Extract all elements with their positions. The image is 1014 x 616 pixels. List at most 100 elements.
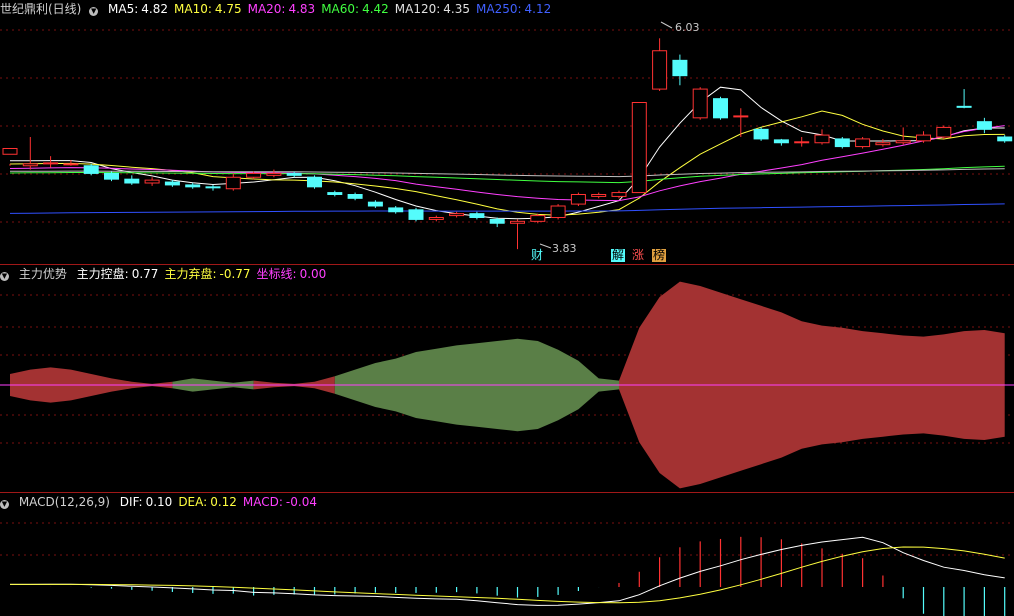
- ma-item-label: MA5:: [108, 2, 139, 16]
- candle-body: [408, 209, 424, 220]
- candle-body: [570, 194, 586, 205]
- candle-body: [185, 184, 201, 188]
- marker-zhang[interactable]: 涨: [631, 249, 645, 262]
- candle-body: [794, 141, 810, 144]
- low-price-label: 3.83: [552, 242, 577, 255]
- ma10-line: [9, 110, 1005, 216]
- candle-body: [428, 217, 444, 220]
- marker-bang[interactable]: 榜: [652, 249, 667, 262]
- collapse-toggle-icon[interactable]: ▼: [89, 7, 99, 16]
- ma-item-label: MA250:: [476, 2, 522, 16]
- candle-body: [246, 172, 262, 178]
- candle-body: [286, 172, 302, 176]
- ma-item-value: 4.35: [443, 2, 471, 16]
- candle-body: [956, 105, 972, 108]
- candle-body: [692, 88, 708, 119]
- candle-body: [753, 128, 769, 140]
- indicator-item-1: 主力弃盘: -0.77: [164, 267, 250, 281]
- ma-item-1: MA10: 4.75: [174, 2, 242, 16]
- macd-item-label: MACD:: [242, 495, 283, 509]
- ma-item-value: 4.83: [288, 2, 316, 16]
- candle-body: [895, 140, 911, 144]
- candlestick-chart[interactable]: [0, 0, 1014, 263]
- macd-item-value: 0.12: [210, 495, 237, 509]
- macd-item-value: -0.04: [285, 495, 317, 509]
- candle-body: [611, 192, 627, 197]
- indicator-item-value: -0.77: [219, 267, 251, 281]
- indicator-item-2: 坐标线: 0.00: [257, 267, 327, 281]
- candle-body: [43, 162, 59, 165]
- candle-body: [266, 172, 282, 176]
- candle-body: [773, 139, 789, 144]
- candle-body: [307, 176, 322, 188]
- macd-legend: DIF: 0.10 DEA: 0.12 MACD: -0.04: [120, 495, 323, 509]
- macd-item-2: MACD: -0.04: [243, 495, 317, 509]
- candle-body: [388, 207, 404, 213]
- macd-item-1: DEA: 0.12: [178, 495, 237, 509]
- ma-item-4: MA120: 4.35: [395, 2, 470, 16]
- high-pointer: [660, 21, 673, 29]
- candle-body: [22, 163, 38, 167]
- ma20-line: [9, 125, 1005, 202]
- macd-item-label: DIF:: [119, 495, 143, 509]
- ma-item-2: MA20: 4.83: [248, 2, 316, 16]
- candle-body: [489, 218, 505, 224]
- ma-item-label: MA20:: [247, 2, 286, 16]
- candle-body: [449, 213, 465, 217]
- candle-body: [83, 165, 99, 174]
- candle-body: [550, 205, 566, 218]
- candle-body: [164, 181, 180, 186]
- macd-panel-header: ▼ MACD(12,26,9) DIF: 0.10 DEA: 0.12 MACD: -0.…: [0, 493, 329, 511]
- candle-body: [144, 179, 160, 184]
- indicator-name: 主力优势: [18, 267, 67, 281]
- indicator-chart[interactable]: [0, 265, 1014, 492]
- candle-body: [367, 201, 383, 207]
- ma-item-label: MA10:: [174, 2, 212, 16]
- candle-body: [510, 220, 525, 224]
- ma5-line: [10, 86, 1005, 220]
- indicator-item-0: 主力控盘: 0.77: [77, 267, 159, 281]
- indicator-panel[interactable]: ▼ 主力优势 主力控盘: 0.77 主力弃盘: -0.77 坐标线: 0.00: [0, 265, 1014, 492]
- ma-item-label: MA60:: [321, 2, 360, 16]
- ma-item-5: MA250: 4.12: [476, 2, 551, 16]
- ma-item-label: MA120:: [394, 2, 441, 16]
- candle-body: [916, 134, 931, 142]
- high-price-label: 6.03: [675, 21, 700, 34]
- marker-jie[interactable]: 解: [611, 249, 626, 262]
- indicator-legend: 主力控盘: 0.77 主力弃盘: -0.77 坐标线: 0.00: [77, 267, 333, 281]
- candle-body: [104, 172, 119, 180]
- candle-body: [2, 148, 18, 155]
- candle-body: [976, 121, 992, 130]
- dif-line: [10, 536, 1005, 606]
- macd-item-value: 0.10: [145, 495, 173, 509]
- ma250-line: [9, 203, 1005, 214]
- candle-body: [124, 178, 140, 184]
- macd-item-0: DIF: 0.10: [120, 495, 173, 509]
- candle-body: [347, 194, 363, 199]
- ma-item-3: MA60: 4.42: [321, 2, 389, 16]
- candle-body: [205, 186, 221, 189]
- candle-body: [733, 115, 749, 118]
- indicator-panel-header: ▼ 主力优势 主力控盘: 0.77 主力弃盘: -0.77 坐标线: 0.00: [0, 265, 338, 283]
- indicator-item-value: 0.77: [131, 267, 159, 281]
- candle-body: [834, 138, 850, 148]
- candle-body: [672, 59, 688, 77]
- ma-item-value: 4.82: [141, 2, 168, 16]
- candle-body: [327, 192, 343, 195]
- candle-body: [875, 142, 891, 146]
- indicator-item-label: 主力控盘:: [76, 267, 129, 281]
- main-panel[interactable]: 世纪鼎利(日线) ▼ MA5: 4.82 MA10: 4.75 MA20: 4.83 MA6…: [0, 0, 1014, 263]
- candle-body: [814, 134, 830, 144]
- macd-chart[interactable]: [0, 493, 1014, 616]
- collapse-toggle-icon[interactable]: ▼: [0, 500, 9, 509]
- candle-body: [997, 136, 1013, 142]
- ma-item-value: 4.12: [524, 2, 552, 16]
- candle-body: [63, 163, 79, 166]
- marker-cai[interactable]: 财: [530, 249, 544, 262]
- indicator-item-label: 坐标线:: [256, 267, 297, 281]
- candle-body: [591, 194, 607, 197]
- collapse-toggle-icon[interactable]: ▼: [0, 272, 9, 281]
- macd-panel[interactable]: ▼ MACD(12,26,9) DIF: 0.10 DEA: 0.12 MACD: -0.…: [0, 493, 1014, 616]
- stock-title: 世纪鼎利(日线): [0, 2, 82, 16]
- candle-body: [469, 213, 485, 219]
